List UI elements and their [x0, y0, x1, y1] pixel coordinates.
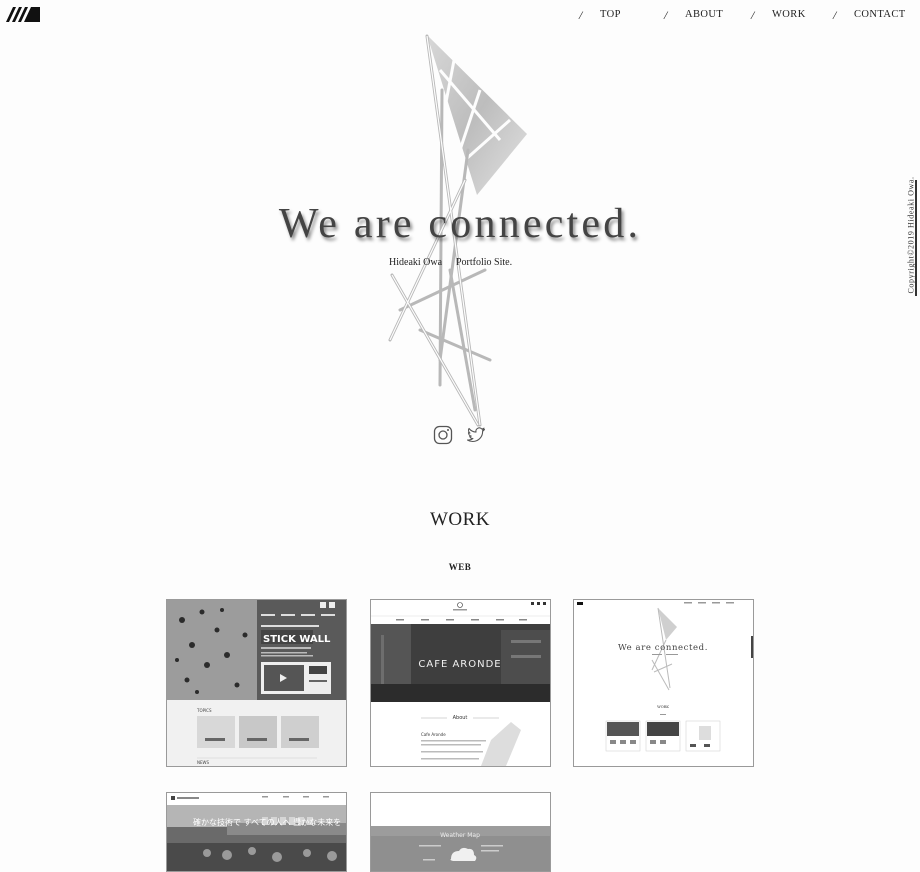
portfolio-thumbnail: We are connected. WORK	[574, 600, 753, 766]
main-nav: / TOP / ABOUT / WORK / CONTACT	[0, 8, 920, 23]
nav-contact[interactable]: / CONTACT	[833, 8, 906, 22]
weather-thumbnail: Weather Map	[371, 793, 550, 871]
cafe-aronde-title: CAFE ARONDE	[418, 659, 501, 670]
cafe-aronde-thumbnail: CAFE ARONDE About Cafe Aronde	[371, 600, 550, 766]
work-card-cafe-aronde[interactable]: CAFE ARONDE About Cafe Aronde	[370, 599, 551, 767]
work-card-tech[interactable]: 確かな技術で すべての人へ 豊かな未来を	[166, 792, 347, 872]
hero-subtitle-site: Portfolio Site.	[456, 257, 513, 268]
work-heading: WORK	[429, 509, 491, 530]
nav-separator: /	[833, 8, 837, 22]
portfolio-title: We are connected.	[618, 643, 708, 653]
tech-thumbnail: 確かな技術で すべての人へ 豊かな未来を	[167, 793, 346, 871]
nav-about-label: ABOUT	[685, 9, 724, 20]
nav-contact-label: CONTACT	[854, 9, 906, 20]
nav-top-label: TOP	[600, 9, 621, 20]
stick-wall-topics: TOPICS	[196, 708, 212, 713]
stick-wall-title: STICK WALL	[263, 634, 331, 645]
nav-separator: /	[579, 8, 583, 22]
stick-wall-news: NEWS	[197, 760, 209, 765]
portfolio-work: WORK	[657, 705, 669, 709]
cafe-aronde-about: About	[453, 715, 468, 721]
hero-title: We are connected.	[278, 201, 642, 247]
work-card-stick-wall[interactable]: STICK WALL TOPICS NEWS	[166, 599, 347, 767]
stick-wall-thumbnail: STICK WALL TOPICS NEWS	[167, 600, 346, 766]
work-card-weather[interactable]: Weather Map	[370, 792, 551, 872]
tech-tagline: 確かな技術で すべての人へ 豊かな未来を	[193, 817, 341, 827]
nav-about[interactable]: / ABOUT	[664, 8, 724, 22]
nav-separator: /	[664, 8, 668, 22]
cafe-aronde-brand: Cafe Aronde	[421, 732, 446, 737]
instagram-icon[interactable]	[433, 425, 453, 445]
weather-title: Weather Map	[440, 832, 480, 839]
nav-work-label: WORK	[772, 9, 806, 20]
work-subheading: WEB	[448, 562, 472, 572]
nav-work[interactable]: / WORK	[751, 8, 806, 22]
nav-separator: /	[751, 8, 755, 22]
hero-subtitle-name: Hideaki Owa	[389, 257, 443, 268]
work-card-portfolio[interactable]: We are connected. WORK	[573, 599, 754, 767]
twitter-icon[interactable]	[466, 425, 486, 445]
nav-top[interactable]: / TOP	[579, 8, 621, 22]
